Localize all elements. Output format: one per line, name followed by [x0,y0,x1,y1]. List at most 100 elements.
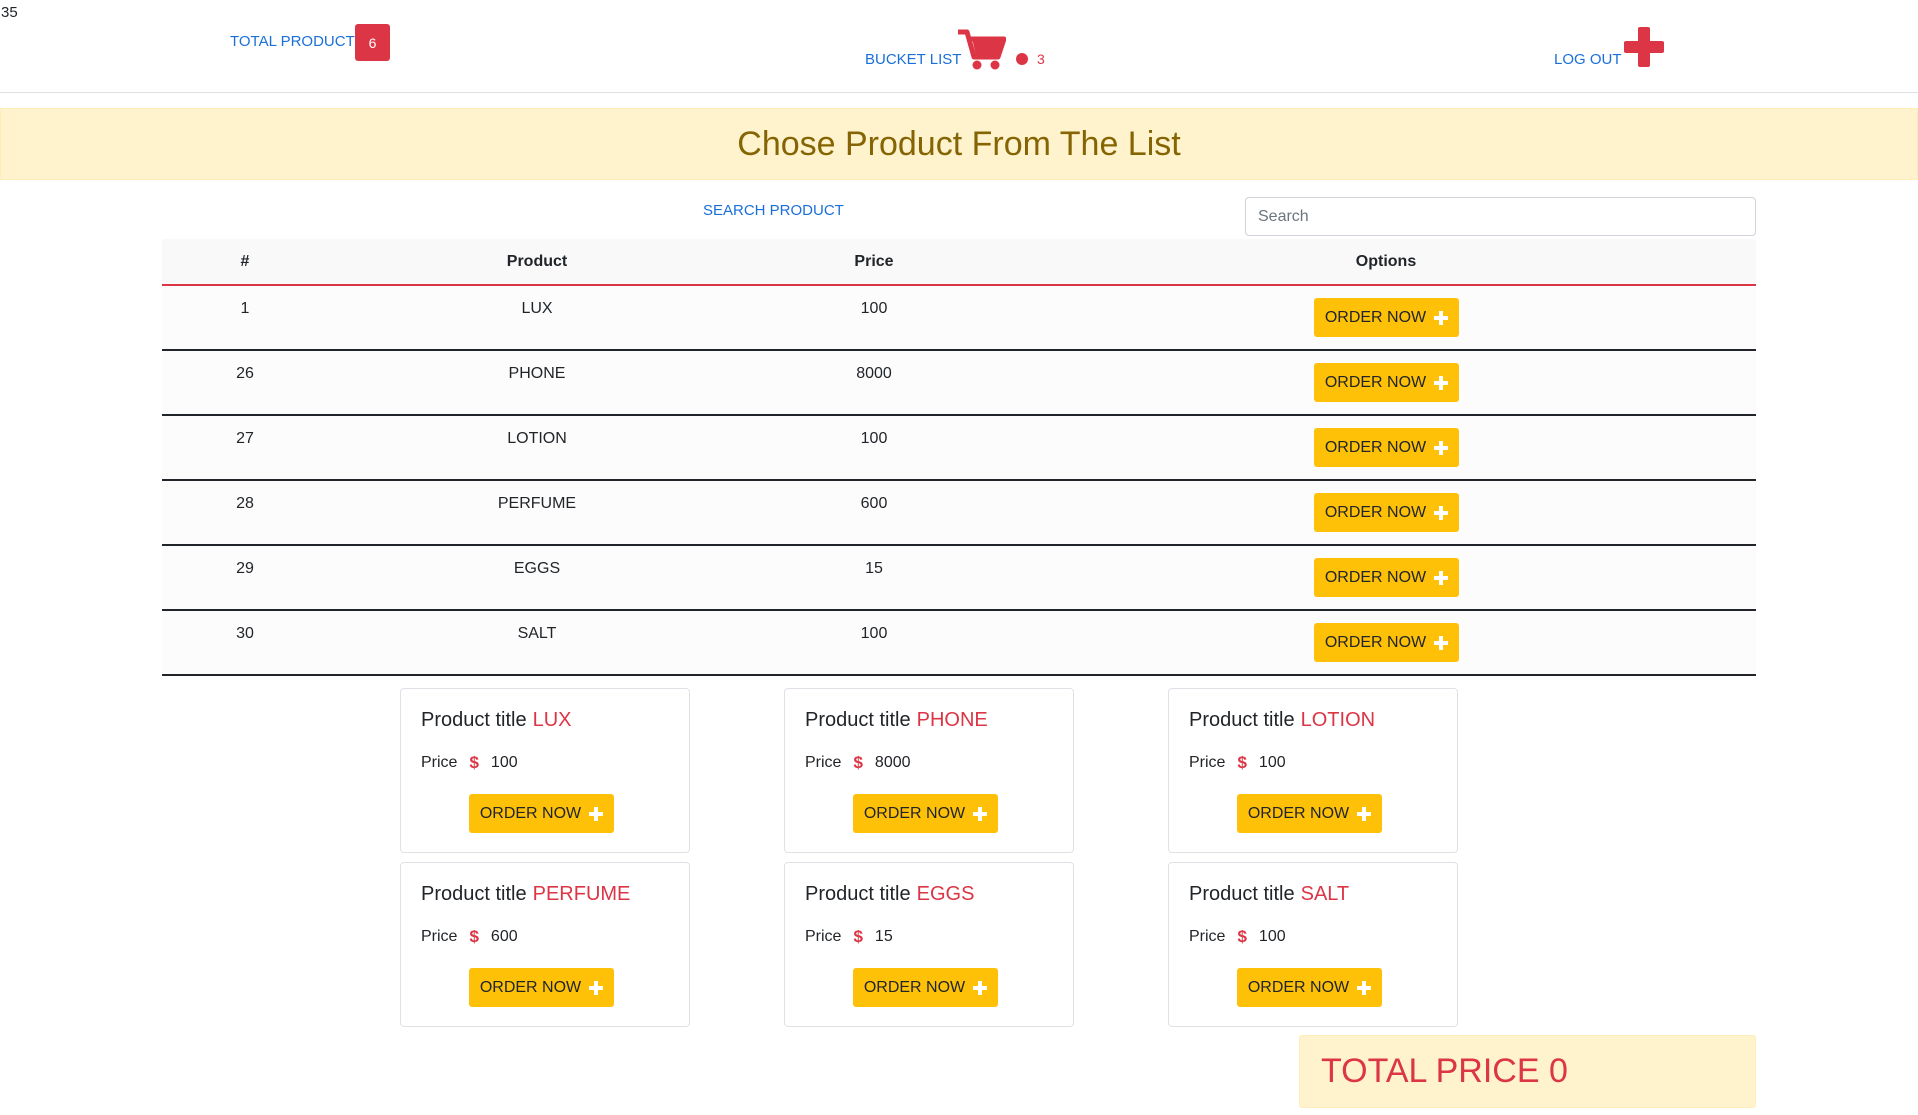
cell-id: 30 [236,625,254,642]
cell-id: 29 [236,560,254,577]
cell-product: EGGS [513,560,561,577]
cell-price: 8000 [856,365,892,382]
product-table: # Product Price Options 1 LUX 100 ORDER NOW… [162,239,1756,676]
shopping-cart-icon[interactable] [958,29,1006,71]
search-input[interactable] [1245,197,1756,236]
order-now-label: ORDER NOW [1324,308,1427,326]
plus-icon [973,980,988,995]
table-row: 27 LOTION 100 ORDER NOW [162,416,1756,481]
order-now-button[interactable]: ORDER NOW [1314,428,1459,467]
card-price: Price $100 [1189,753,1286,773]
card-title: Product title SALT [1189,883,1349,906]
order-now-label: ORDER NOW [1324,438,1427,456]
card-price: Price $100 [1189,927,1286,947]
instruction-banner: Chose Product From The List [0,108,1918,180]
order-now-button[interactable]: ORDER NOW [1314,493,1459,532]
product-card: Product title PHONE Price $8000 ORDER NOW [784,688,1074,853]
dollar-icon: $ [469,753,479,772]
card-title: Product title LUX [421,709,572,732]
card-title: Product title LOTION [1189,709,1375,732]
card-title-prefix: Product title [421,883,527,905]
plus-icon [1434,310,1449,325]
card-price: Price $600 [421,927,518,947]
dollar-icon: $ [1237,927,1247,946]
table-row: 26 PHONE 8000 ORDER NOW [162,351,1756,416]
bucket-list-link[interactable]: BUCKET LIST [865,51,961,68]
product-card: Product title LUX Price $100 ORDER NOW [400,688,690,853]
card-price-label: Price [421,754,458,771]
total-price-box: TOTAL PRICE 0 [1299,1035,1756,1108]
card-title: Product title PERFUME [421,883,630,906]
card-title-prefix: Product title [1189,709,1295,731]
order-now-label: ORDER NOW [863,804,966,822]
card-price: Price $15 [805,927,893,947]
banner-text: Chose Product From The List [737,124,1181,163]
table-row: 28 PERFUME 600 ORDER NOW [162,481,1756,546]
total-product-link[interactable]: TOTAL PRODUCT [230,33,355,50]
bucket-dot-icon [1016,53,1028,65]
cell-product: LOTION [507,430,567,447]
card-title-prefix: Product title [805,709,911,731]
logout-plus-icon[interactable] [1624,27,1664,67]
order-now-label: ORDER NOW [1324,503,1427,521]
card-price-label: Price [1189,928,1226,945]
plus-icon [589,980,604,995]
card-price-value: 8000 [874,754,911,771]
cell-id: 1 [240,300,250,317]
card-price-value: 100 [1258,754,1286,771]
order-now-button[interactable]: ORDER NOW [1314,623,1459,662]
plus-icon [1434,570,1449,585]
card-product-name: SALT [1300,883,1350,905]
search-product-label: SEARCH PRODUCT [703,202,844,219]
order-now-button[interactable]: ORDER NOW [853,794,998,833]
order-now-button[interactable]: ORDER NOW [1314,298,1459,337]
order-now-button[interactable]: ORDER NOW [469,794,614,833]
total-product-badge: 6 [355,24,390,61]
column-header-options: Options [1355,252,1417,270]
card-title: Product title EGGS [805,883,974,906]
order-now-label: ORDER NOW [479,978,582,996]
card-price-label: Price [421,928,458,945]
card-product-name: LUX [532,709,572,731]
order-now-button[interactable]: ORDER NOW [469,968,614,1007]
order-now-button[interactable]: ORDER NOW [853,968,998,1007]
plus-icon [1434,440,1449,455]
logout-link[interactable]: LOG OUT [1554,51,1622,68]
cell-id: 28 [236,495,254,512]
bucket-count: 3 [1037,51,1045,67]
dollar-icon: $ [853,753,863,772]
order-now-label: ORDER NOW [1324,633,1427,651]
cell-product: PHONE [508,365,566,382]
card-product-name: LOTION [1300,709,1376,731]
table-header: # Product Price Options [162,239,1756,286]
table-row: 1 LUX 100 ORDER NOW [162,286,1756,351]
table-row: 30 SALT 100 ORDER NOW [162,611,1756,676]
order-now-label: ORDER NOW [863,978,966,996]
order-now-button[interactable]: ORDER NOW [1314,363,1459,402]
order-now-label: ORDER NOW [1247,978,1350,996]
cell-price: 600 [860,495,888,512]
page-counter-text: 35 [1,4,18,21]
plus-icon [1357,806,1372,821]
plus-icon [589,806,604,821]
column-header-product: Product [506,252,568,270]
plus-icon [973,806,988,821]
product-card: Product title SALT Price $100 ORDER NOW [1168,862,1458,1027]
order-now-label: ORDER NOW [479,804,582,822]
order-now-label: ORDER NOW [1324,568,1427,586]
dollar-icon: $ [853,927,863,946]
dollar-icon: $ [469,927,479,946]
order-now-label: ORDER NOW [1247,804,1350,822]
card-price-label: Price [805,754,842,771]
card-title-prefix: Product title [421,709,527,731]
card-title: Product title PHONE [805,709,988,732]
order-now-button[interactable]: ORDER NOW [1314,558,1459,597]
order-now-button[interactable]: ORDER NOW [1237,968,1382,1007]
total-price-text: TOTAL PRICE 0 [1321,1052,1568,1090]
column-header-price: Price [854,252,894,270]
cell-price: 100 [860,430,888,447]
header-divider [0,92,1918,93]
order-now-label: ORDER NOW [1324,373,1427,391]
card-price-value: 600 [490,928,518,945]
order-now-button[interactable]: ORDER NOW [1237,794,1382,833]
